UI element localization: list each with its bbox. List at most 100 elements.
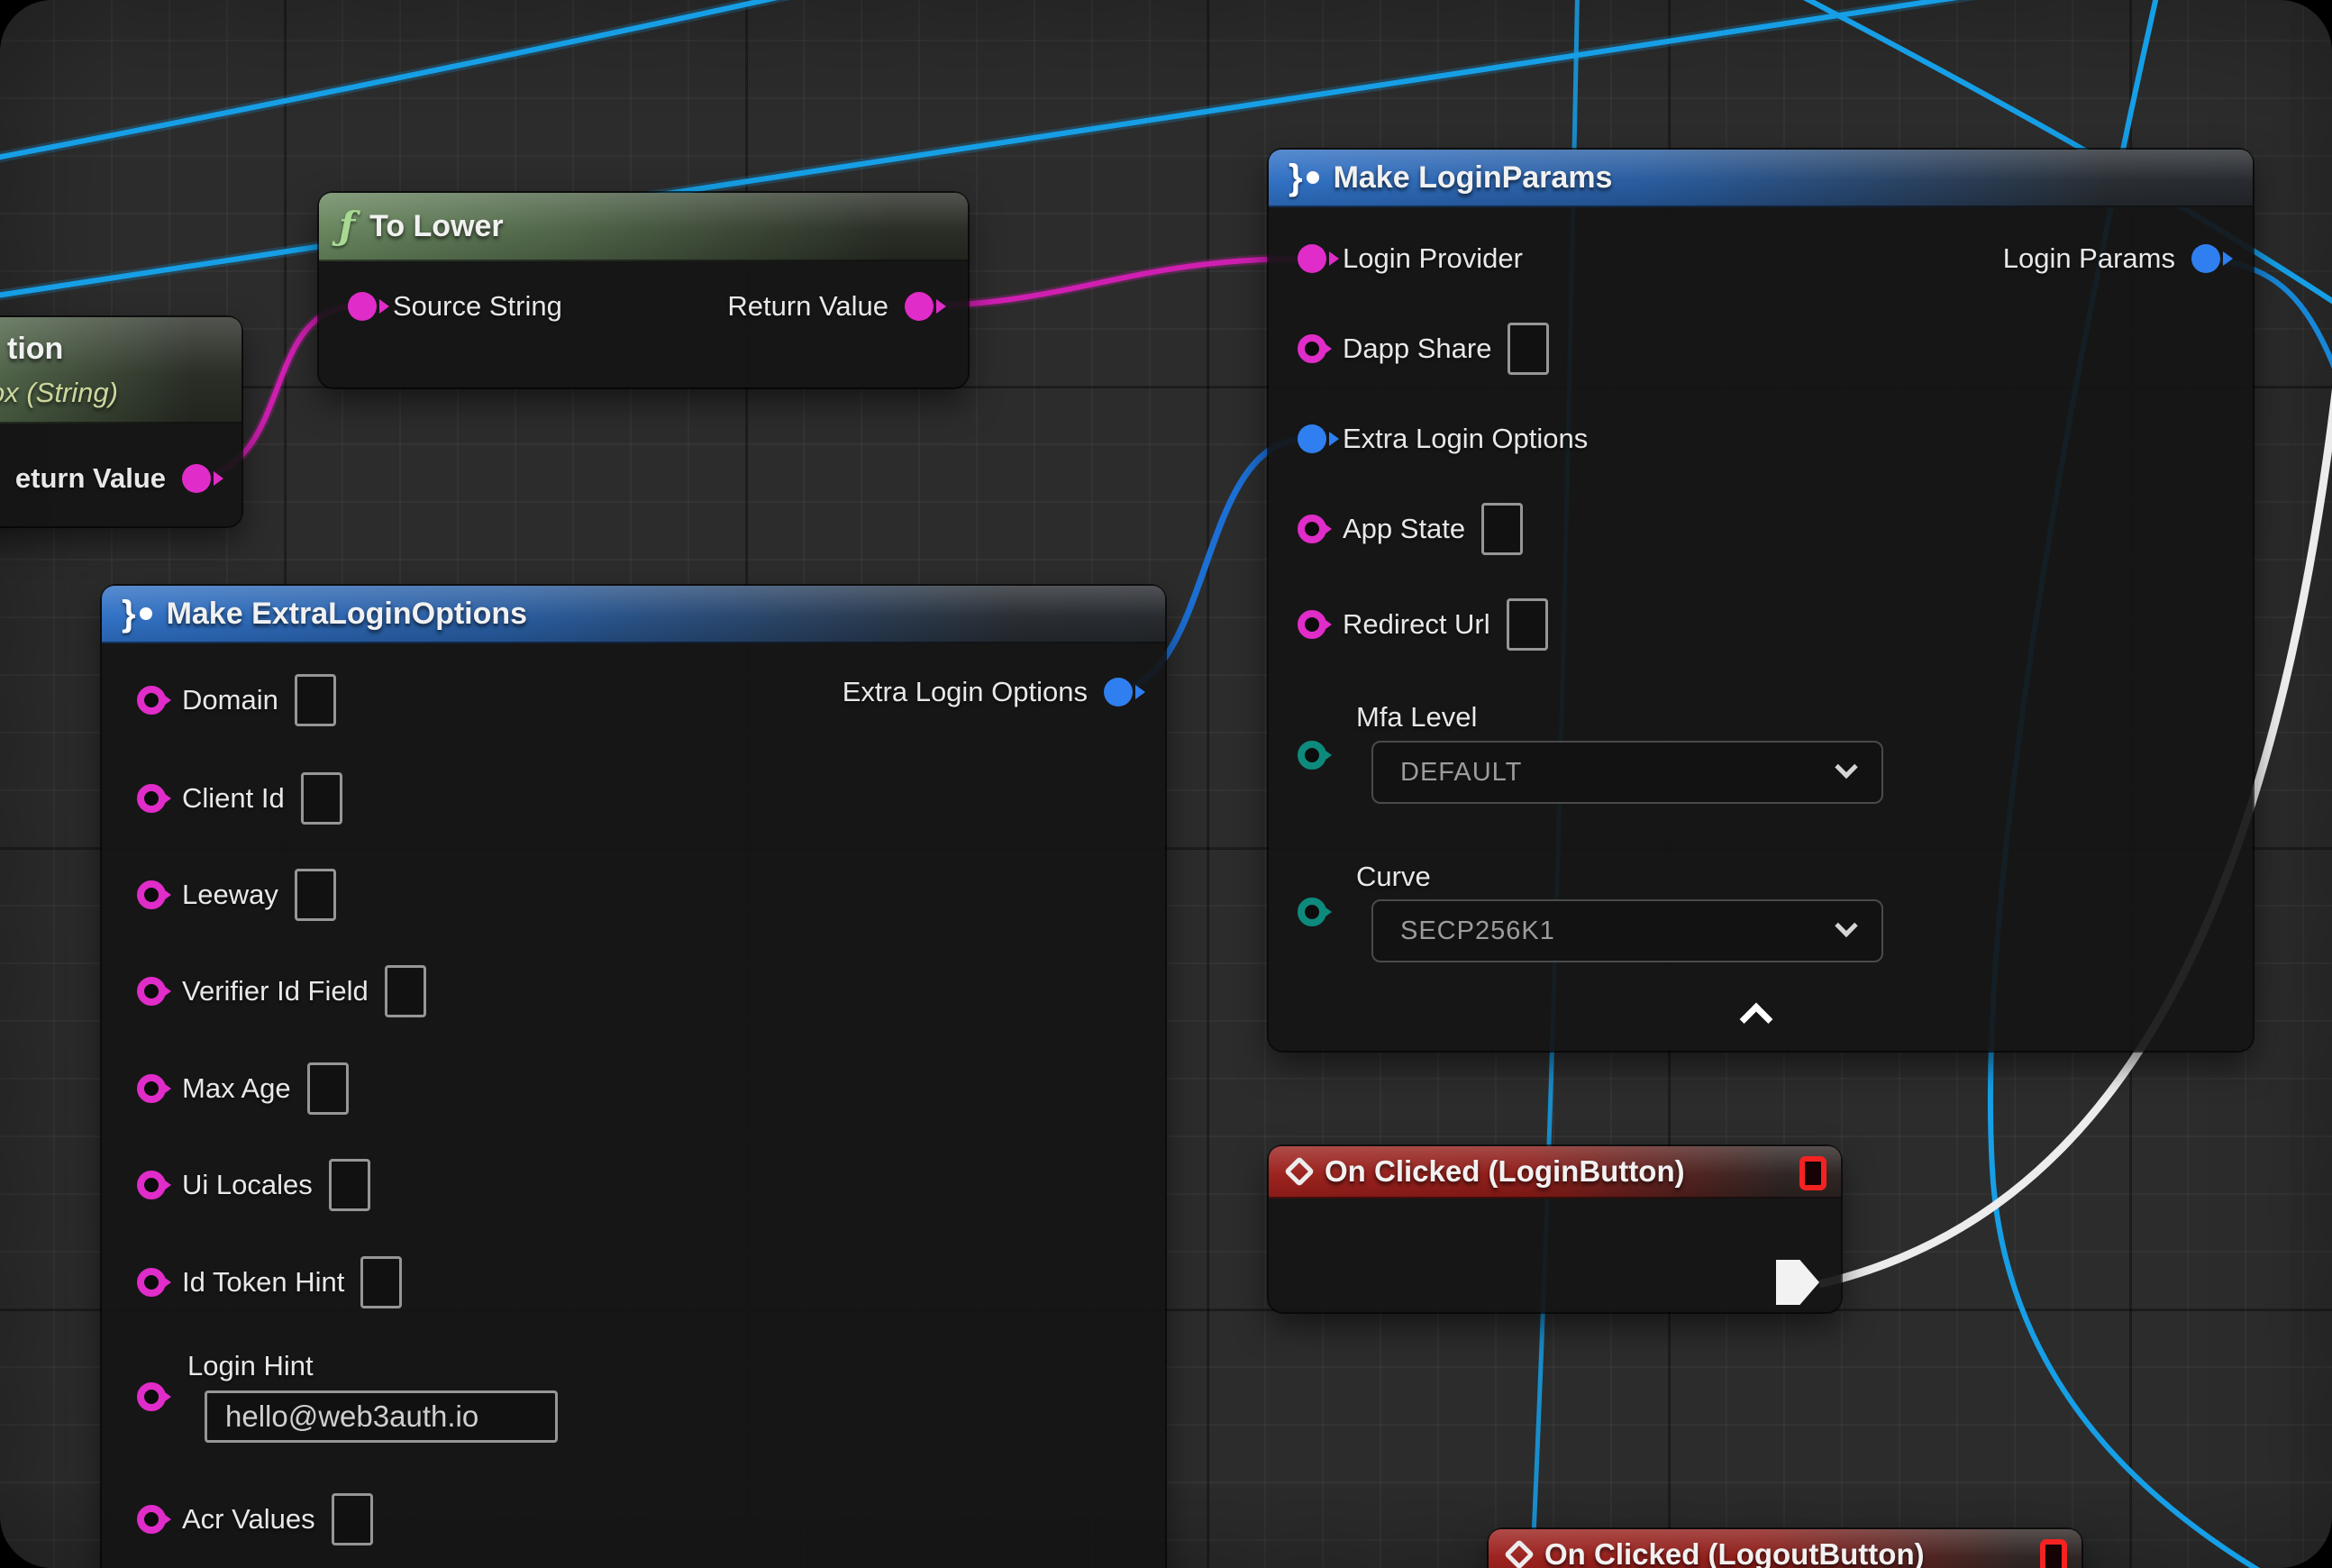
string-input-pin[interactable]	[1298, 515, 1326, 543]
pin-row: Verifier Id Field	[137, 964, 426, 1018]
enum-input-pin[interactable]	[1298, 898, 1326, 926]
curve-dropdown[interactable]: SECP256K1	[1371, 899, 1883, 962]
string-input-pin[interactable]	[137, 1382, 166, 1411]
string-input-pin[interactable]	[348, 292, 377, 321]
string-output-pin[interactable]	[182, 464, 211, 493]
login-hint-input[interactable]: hello@web3auth.io	[205, 1390, 558, 1443]
pin-label: Dapp Share	[1343, 333, 1491, 365]
pin-row: eturn Value	[15, 451, 211, 506]
value-input[interactable]	[332, 1493, 373, 1545]
node-title-fragment: tion	[7, 332, 63, 367]
pin-label: Id Token Hint	[182, 1266, 344, 1299]
node-header[interactable]: tion ox (String)	[0, 317, 241, 424]
chevron-down-icon	[1835, 756, 1857, 779]
pin-label: Acr Values	[182, 1503, 315, 1536]
curve-value: SECP256K1	[1400, 916, 1555, 946]
blueprint-canvas[interactable]: tion ox (String) eturn Value ƒ To Lower …	[0, 0, 2332, 1568]
mfa-level-dropdown[interactable]: DEFAULT	[1371, 741, 1883, 804]
value-input[interactable]	[307, 1062, 349, 1115]
value-input[interactable]	[360, 1256, 402, 1308]
string-input-pin[interactable]	[137, 977, 166, 1006]
pin-label: Extra Login Options	[843, 676, 1088, 708]
node-to-lower[interactable]: ƒ To Lower Source String Return Value	[319, 193, 968, 387]
string-input-pin[interactable]	[137, 880, 166, 909]
enum-label: Mfa Level	[1356, 701, 1477, 734]
node-header[interactable]: ƒ To Lower	[319, 193, 968, 261]
string-input-pin[interactable]	[137, 1171, 166, 1199]
string-input-pin[interactable]	[137, 1268, 166, 1297]
pin-label: Ui Locales	[182, 1169, 313, 1201]
pin-row: Dapp Share	[1298, 322, 1549, 376]
pin-label: Leeway	[182, 879, 278, 911]
pin-row: Acr Values	[137, 1492, 373, 1546]
event-icon	[1504, 1539, 1535, 1568]
pin-label: App State	[1343, 513, 1465, 545]
value-input[interactable]	[295, 674, 336, 726]
pin-row: Extra Login Options	[1298, 412, 1588, 466]
node-title: On Clicked (LogoutButton)	[1544, 1537, 1925, 1568]
value-input[interactable]	[295, 869, 336, 921]
pin-row: Return Value	[727, 279, 934, 333]
pin-row: Leeway	[137, 868, 336, 922]
pin-row: Domain	[137, 673, 336, 727]
pin-row: App State	[1298, 502, 1523, 556]
enum-input-pin[interactable]	[1298, 741, 1326, 770]
value-input[interactable]	[301, 772, 342, 825]
node-subtitle-fragment: ox (String)	[0, 377, 118, 409]
node-title: To Lower	[369, 209, 504, 244]
value-input[interactable]	[329, 1159, 370, 1211]
pin-row: Max Age	[137, 1062, 349, 1116]
pin-row: Login Params	[2003, 232, 2220, 286]
string-input-pin[interactable]	[137, 1505, 166, 1534]
pin-label: eturn Value	[15, 462, 166, 495]
pin-row: Source String	[348, 279, 562, 333]
struct-input-pin[interactable]	[1298, 424, 1326, 453]
collapse-pins-button[interactable]	[1740, 1003, 1773, 1036]
string-input-pin[interactable]	[137, 686, 166, 715]
node-header[interactable]: } Make LoginParams	[1269, 150, 2253, 207]
struct-output-pin[interactable]	[2191, 244, 2220, 273]
string-input-pin[interactable]	[1298, 610, 1326, 639]
string-output-pin[interactable]	[905, 292, 934, 321]
value-input[interactable]	[1508, 323, 1549, 375]
chevron-down-icon	[1835, 915, 1857, 937]
delegate-square-icon[interactable]	[1799, 1156, 1826, 1190]
pin-label: Domain	[182, 684, 278, 716]
enum-label: Curve	[1356, 861, 1431, 893]
node-make-login-params[interactable]: } Make LoginParams Login Params Login Pr…	[1269, 150, 2253, 1051]
node-title: On Clicked (LoginButton)	[1325, 1154, 1685, 1189]
background-wire[interactable]	[0, 0, 888, 162]
pin-label: Verifier Id Field	[182, 975, 369, 1007]
string-input-pin[interactable]	[1298, 334, 1326, 363]
value-input[interactable]	[1507, 598, 1548, 651]
pin-label: Extra Login Options	[1343, 423, 1588, 455]
node-on-clicked-logoutbutton[interactable]: On Clicked (LogoutButton)	[1489, 1529, 2081, 1568]
string-input-pin[interactable]	[137, 784, 166, 813]
value-input[interactable]	[385, 965, 426, 1017]
function-icon: ƒ	[339, 207, 355, 245]
mfa-level-value: DEFAULT	[1400, 758, 1522, 788]
pin-label: Login Provider	[1343, 242, 1523, 275]
string-input-pin[interactable]	[1298, 244, 1326, 273]
pin-label: Redirect Url	[1343, 608, 1490, 641]
make-struct-icon: }	[122, 596, 152, 632]
pin-row: Id Token Hint	[137, 1255, 402, 1309]
background-wire[interactable]	[0, 0, 888, 162]
pin-row: Redirect Url	[1298, 597, 1548, 652]
pin-label: Client Id	[182, 782, 285, 815]
pin-label: Return Value	[727, 290, 888, 323]
node-header[interactable]: On Clicked (LoginButton)	[1269, 1146, 1841, 1199]
node-header[interactable]: On Clicked (LogoutButton)	[1489, 1529, 2081, 1568]
delegate-square-icon[interactable]	[2040, 1539, 2067, 1568]
struct-output-pin[interactable]	[1104, 678, 1133, 707]
node-title: Make LoginParams	[1334, 160, 1613, 196]
exec-output-pin[interactable]	[1776, 1260, 1819, 1305]
value-input[interactable]	[1481, 503, 1523, 555]
node-header[interactable]: } Make ExtraLoginOptions	[102, 586, 1165, 643]
string-input-pin[interactable]	[137, 1074, 166, 1103]
node-on-clicked-loginbutton[interactable]: On Clicked (LoginButton)	[1269, 1146, 1841, 1312]
node-partial-gettext[interactable]: tion ox (String) eturn Value	[0, 317, 241, 526]
make-struct-icon: }	[1289, 160, 1319, 196]
node-make-extra-login-options[interactable]: } Make ExtraLoginOptions Extra Login Opt…	[102, 586, 1165, 1568]
pin-label: Login Hint	[187, 1350, 314, 1382]
